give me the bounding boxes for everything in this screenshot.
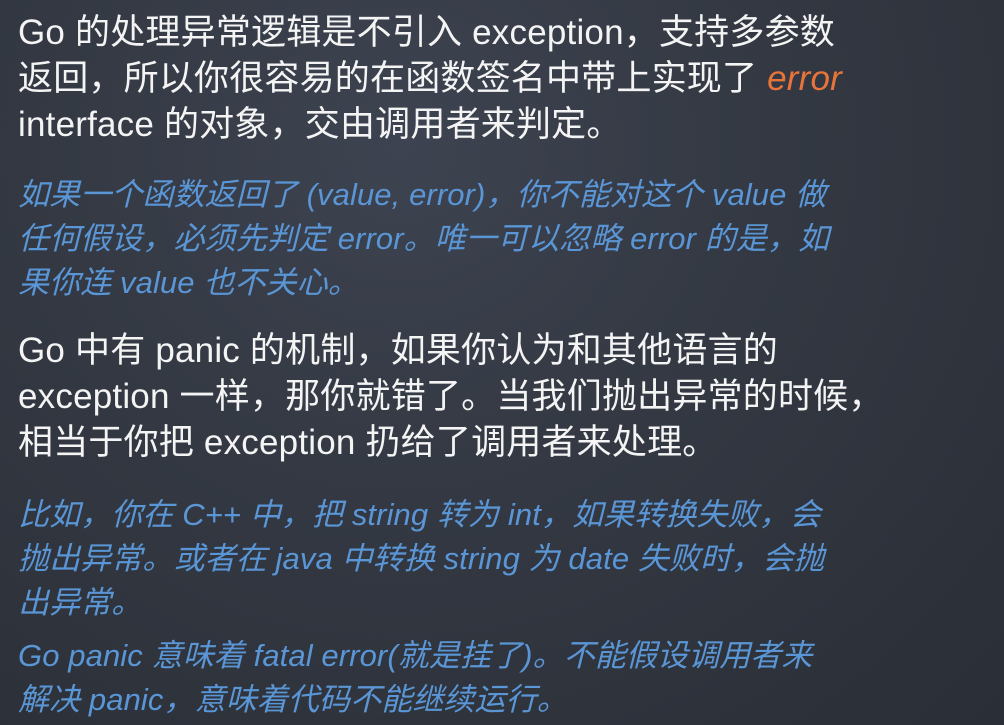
note-line: Go panic 意味着 fatal error(就是挂了)。不能假设调用者来 [18,638,813,673]
note-line: 如果一个函数返回了 (value, error)，你不能对这个 value 做 [18,177,827,212]
note-panic-meaning: Go panic 意味着 fatal error(就是挂了)。不能假设调用者来 … [18,634,813,722]
paragraph-line: Go 的处理异常逻辑是不引入 exception，支持多参数 [18,13,835,52]
paragraph-error-handling: Go 的处理异常逻辑是不引入 exception，支持多参数 返回，所以你很容易… [18,10,842,148]
paragraph-line-text: 返回，所以你很容易的在函数签名中带上实现了 [18,59,768,98]
paragraph-line: 返回，所以你很容易的在函数签名中带上实现了 error [18,56,842,102]
paragraph-line: 相当于你把 exception 扔给了调用者来处理。 [18,423,718,462]
paragraph-line: interface 的对象，交由调用者来判定。 [18,105,622,144]
note-exception-example: 比如，你在 C++ 中，把 string 转为 int，如果转换失败，会 抛出异… [18,493,824,625]
note-line: 比如，你在 C++ 中，把 string 转为 int，如果转换失败，会 [18,497,821,532]
paragraph-panic: Go 中有 panic 的机制，如果你认为和其他语言的 exception 一样… [18,328,884,466]
error-keyword-highlight: error [767,59,843,98]
paragraph-line: exception 一样，那你就错了。当我们抛出异常的时候， [18,377,884,416]
note-line: 任何假设，必须先判定 error。唯一可以忽略 error 的是，如 [18,221,830,256]
paragraph-line: Go 中有 panic 的机制，如果你认为和其他语言的 [18,331,778,370]
note-value-error: 如果一个函数返回了 (value, error)，你不能对这个 value 做 … [18,173,829,305]
note-line: 抛出异常。或者在 java 中转换 string 为 date 失败时，会抛 [18,541,825,576]
note-line: 果你连 value 也不关心。 [18,265,359,300]
note-line: 出异常。 [18,585,143,620]
note-line: 解决 panic，意味着代码不能继续运行。 [18,682,568,717]
